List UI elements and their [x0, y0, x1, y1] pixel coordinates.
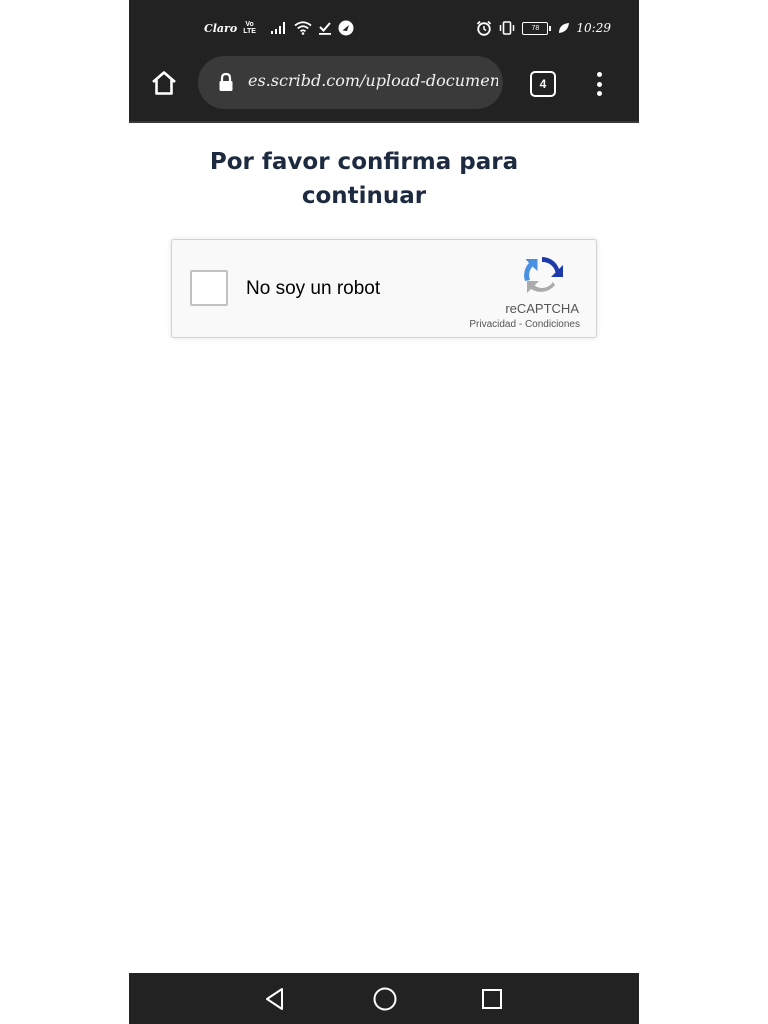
nav-home-icon[interactable]: [372, 986, 398, 1012]
status-bar: Claro Vo LTE 78 10:29: [129, 14, 639, 42]
menu-dot: [596, 91, 602, 96]
status-clock: 10:29: [576, 21, 611, 35]
status-right: 78 10:29: [476, 20, 611, 36]
volte-indicator: Vo LTE: [243, 21, 256, 35]
menu-dot: [596, 72, 602, 77]
recaptcha-checkbox[interactable]: [190, 270, 228, 306]
url-text: es.scribd.com/upload-document: [248, 71, 498, 90]
recaptcha-logo-icon: [524, 256, 563, 293]
nav-back-icon[interactable]: [262, 986, 288, 1012]
volte-bottom: LTE: [243, 28, 256, 35]
battery-indicator: 78: [522, 21, 552, 35]
browser-toolbar: es.scribd.com/upload-document 4: [129, 56, 639, 110]
recaptcha-brand: reCAPTCHA: [505, 301, 579, 316]
home-button[interactable]: [149, 68, 179, 98]
download-done-icon: [318, 22, 331, 35]
privacy-link[interactable]: Privacidad: [469, 319, 516, 330]
status-left: Claro Vo LTE: [204, 20, 354, 36]
recaptcha-label: No soy un robot: [246, 278, 381, 299]
system-nav-bar: [129, 973, 639, 1024]
link-separator: -: [516, 319, 525, 330]
more-vert-icon[interactable]: [587, 70, 611, 98]
signal-icon: [270, 22, 285, 34]
battery-saver-leaf-icon: [559, 23, 570, 33]
terms-link[interactable]: Condiciones: [525, 319, 580, 330]
browser-chrome: Claro Vo LTE 78 10:29 es.scribd.com/uplo…: [129, 0, 639, 123]
alarm-icon: [477, 20, 492, 36]
app-notification-icon: [338, 20, 354, 36]
vibrate-icon: [500, 21, 515, 35]
page-title-line2: continuar: [301, 183, 427, 209]
recaptcha-widget: No soy un robot reCAPTCHA Privacidad - C…: [171, 239, 597, 338]
lock-icon: [219, 72, 233, 91]
tab-switcher-button[interactable]: 4: [530, 71, 556, 97]
nav-recents-icon[interactable]: [481, 988, 503, 1010]
page-title: Por favor confirma para continuar: [129, 145, 599, 213]
volte-top: Vo: [245, 21, 254, 28]
page-title-line1: Por favor confirma para: [209, 149, 519, 175]
url-bar[interactable]: es.scribd.com/upload-document: [198, 56, 503, 109]
home-icon: [152, 71, 176, 95]
menu-dot: [596, 81, 602, 87]
carrier-name: Claro: [204, 21, 238, 35]
recaptcha-links: Privacidad - Condiciones: [469, 319, 580, 330]
phone-screen: Claro Vo LTE 78 10:29 es.scribd.com/uplo…: [129, 0, 639, 1024]
wifi-icon: [294, 21, 312, 35]
